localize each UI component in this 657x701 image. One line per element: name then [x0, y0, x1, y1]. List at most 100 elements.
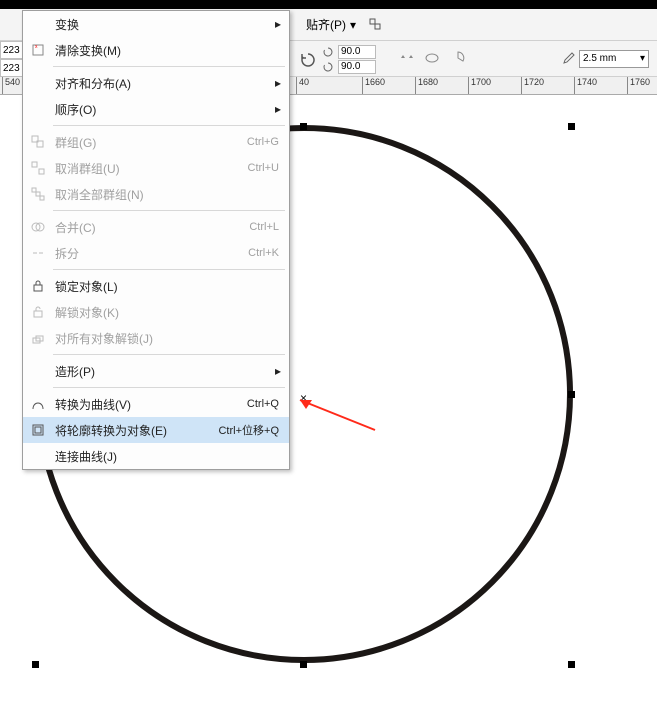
break-icon — [29, 244, 47, 262]
snap-label: 贴齐(P) — [306, 16, 346, 33]
selection-handle[interactable] — [300, 123, 307, 130]
align-icon[interactable] — [368, 17, 384, 33]
menu-shortcut: Ctrl+K — [248, 247, 279, 259]
menu-item-label: 对齐和分布(A) — [55, 75, 279, 92]
menu-item[interactable]: 将轮廓转换为对象(E)Ctrl+位移+Q — [23, 417, 289, 443]
menu-item-label: 群组(G) — [55, 134, 247, 151]
menu-item: 取消群组(U)Ctrl+U — [23, 155, 289, 181]
menu-shortcut: Ctrl+Q — [247, 398, 279, 410]
menu-item-label: 变换 — [55, 16, 279, 33]
menu-shortcut: Ctrl+G — [247, 136, 279, 148]
ruler-tick: 540 — [2, 77, 20, 94]
mirror-h-icon[interactable] — [400, 51, 414, 65]
rotate-icon — [322, 62, 334, 72]
menu-item-label: 对所有对象解锁(J) — [55, 330, 279, 347]
menu-item: 解锁对象(K) — [23, 299, 289, 325]
context-menu: 变换▸x清除变换(M)对齐和分布(A)▸顺序(O)▸群组(G)Ctrl+G取消群… — [22, 10, 290, 470]
ruler-tick: 1660 — [362, 77, 385, 94]
blank-icon — [29, 74, 47, 92]
menu-item-label: 顺序(O) — [55, 101, 279, 118]
pie-mode-icon[interactable] — [450, 50, 466, 66]
chevron-down-icon: ▾ — [640, 53, 645, 64]
x-input[interactable]: 223 — [0, 41, 24, 59]
menu-item[interactable]: 变换▸ — [23, 11, 289, 37]
rotate-angle-top[interactable]: 90.0 — [338, 45, 376, 59]
blank-icon — [29, 15, 47, 33]
selection-handle[interactable] — [32, 661, 39, 668]
ruler-tick: 1680 — [415, 77, 438, 94]
chevron-right-icon: ▸ — [275, 76, 281, 90]
blank-icon — [29, 362, 47, 380]
menu-shortcut: Ctrl+U — [248, 162, 279, 174]
outline-width-select[interactable]: 2.5 mm ▾ — [579, 50, 649, 68]
menu-item-label: 将轮廓转换为对象(E) — [55, 422, 218, 439]
clear-icon: x — [29, 41, 47, 59]
menu-item[interactable]: x 清除变换(M) — [23, 37, 289, 63]
menu-item-label: 合并(C) — [55, 219, 249, 236]
menu-separator — [53, 125, 285, 126]
ungroup-icon — [29, 159, 47, 177]
outline-width-value: 2.5 mm — [583, 53, 616, 64]
group-icon — [29, 133, 47, 151]
selection-handle[interactable] — [568, 123, 575, 130]
ruler-tick: 40 — [296, 77, 309, 94]
menu-separator — [53, 210, 285, 211]
tocurve-icon — [29, 395, 47, 413]
rotate-angle-bottom[interactable]: 90.0 — [338, 60, 376, 74]
menu-separator — [53, 387, 285, 388]
menu-item-label: 连接曲线(J) — [55, 448, 279, 465]
menu-item: 取消全部群组(N) — [23, 181, 289, 207]
menu-item-label: 解锁对象(K) — [55, 304, 279, 321]
menu-item-label: 清除变换(M) — [55, 42, 279, 59]
menu-item[interactable]: 造形(P)▸ — [23, 358, 289, 384]
rotate-icon — [322, 47, 334, 57]
unlock-icon — [29, 303, 47, 321]
y-input[interactable]: 223 — [0, 59, 24, 77]
combine-icon — [29, 218, 47, 236]
menu-item-label: 取消群组(U) — [55, 160, 248, 177]
menu-item-label: 转换为曲线(V) — [55, 396, 247, 413]
menu-item: 对所有对象解锁(J) — [23, 325, 289, 351]
snap-dropdown[interactable]: 贴齐(P) ▾ — [300, 14, 362, 35]
ruler-tick: 1740 — [574, 77, 597, 94]
menu-item: 合并(C)Ctrl+L — [23, 214, 289, 240]
menu-item: 拆分Ctrl+K — [23, 240, 289, 266]
window-titlebar — [0, 0, 657, 9]
menu-item-label: 取消全部群组(N) — [55, 186, 279, 203]
annotation-arrow — [290, 395, 380, 435]
menu-item[interactable]: 对齐和分布(A)▸ — [23, 70, 289, 96]
outline-icon — [29, 421, 47, 439]
blank-icon — [29, 447, 47, 465]
ruler-tick: 1760 — [627, 77, 650, 94]
selection-handle[interactable] — [300, 661, 307, 668]
lock-icon — [29, 277, 47, 295]
chevron-down-icon: ▾ — [350, 18, 356, 32]
selection-handle[interactable] — [568, 661, 575, 668]
coord-inputs: 223 223 — [0, 41, 24, 77]
ungroupall-icon — [29, 185, 47, 203]
chevron-right-icon: ▸ — [275, 102, 281, 116]
menu-item-label: 拆分 — [55, 245, 248, 262]
menu-separator — [53, 354, 285, 355]
unlockall-icon — [29, 329, 47, 347]
ruler-tick: 1720 — [521, 77, 544, 94]
menu-item: 群组(G)Ctrl+G — [23, 129, 289, 155]
ruler-tick: 1700 — [468, 77, 491, 94]
menu-item[interactable]: 连接曲线(J) — [23, 443, 289, 469]
ellipse-mode-icon[interactable] — [424, 50, 440, 66]
selection-handle[interactable] — [568, 391, 575, 398]
chevron-right-icon: ▸ — [275, 17, 281, 31]
menu-item-label: 锁定对象(L) — [55, 278, 279, 295]
menu-shortcut: Ctrl+位移+Q — [218, 422, 279, 438]
eyedropper-icon[interactable] — [561, 52, 575, 66]
menu-item[interactable]: 锁定对象(L) — [23, 273, 289, 299]
menu-item[interactable]: 转换为曲线(V)Ctrl+Q — [23, 391, 289, 417]
menu-item-label: 造形(P) — [55, 363, 279, 380]
menu-separator — [53, 66, 285, 67]
menu-separator — [53, 269, 285, 270]
menu-item[interactable]: 顺序(O)▸ — [23, 96, 289, 122]
menu-shortcut: Ctrl+L — [249, 221, 279, 233]
blank-icon — [29, 100, 47, 118]
rotate-cw-icon[interactable] — [300, 52, 316, 68]
chevron-right-icon: ▸ — [275, 364, 281, 378]
